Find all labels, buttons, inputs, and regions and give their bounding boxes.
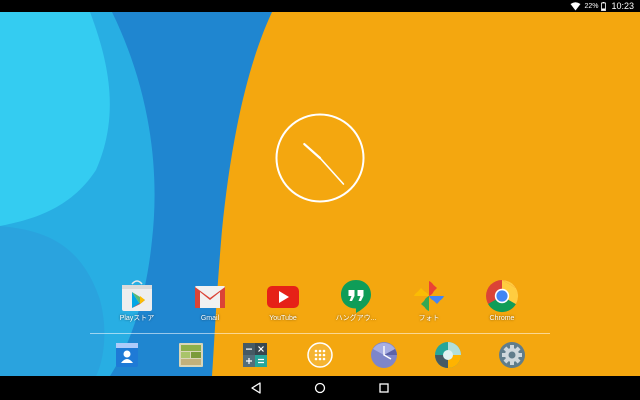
back-icon[interactable] [248,380,264,396]
photos-icon [414,281,444,311]
battery-icon [601,1,607,11]
recents-icon[interactable] [376,380,392,396]
app-chrome[interactable]: Chrome [466,278,538,328]
app-youtube[interactable]: YouTube [247,278,319,328]
app-drawer-icon[interactable] [305,340,335,370]
camera-icon[interactable] [433,340,463,370]
calculator-icon[interactable] [240,340,270,370]
status-icons: 22% 10:23 [570,0,634,12]
clock-minute-hand [319,157,345,185]
gmail-icon [195,286,225,308]
app-label: Gmail [200,315,220,322]
settings-icon[interactable] [497,340,527,370]
status-time: 10:23 [611,1,634,11]
clock-hour-hand [303,142,322,160]
battery-percent: 22% [584,2,599,10]
contacts-icon[interactable] [112,340,142,370]
status-bar: 22% 10:23 [0,0,640,12]
app-label: YouTube [269,315,297,322]
navigation-bar [0,376,640,400]
gallery-icon[interactable] [176,340,206,370]
app-play-store[interactable]: Playストア [101,278,173,328]
clock-app-icon[interactable] [369,340,399,370]
app-photos[interactable]: フォト [393,278,465,328]
home-icon[interactable] [312,380,328,396]
app-label: フォト [418,315,440,322]
wifi-icon [570,1,581,10]
youtube-icon [267,286,299,308]
app-label: Chrome [489,315,515,322]
home-screen: 22% 10:23 Playストア Gmail YouTube ハングアウ...… [0,0,640,400]
hangouts-icon [341,280,371,313]
analog-clock-widget[interactable] [275,113,365,203]
app-label: ハングアウ... [335,315,377,322]
play-store-icon [122,280,152,311]
app-label: Playストア [119,315,155,322]
chrome-icon [486,279,519,313]
app-hangouts[interactable]: ハングアウ... [320,278,392,328]
dock-divider [90,333,550,334]
app-gmail[interactable]: Gmail [174,278,246,328]
